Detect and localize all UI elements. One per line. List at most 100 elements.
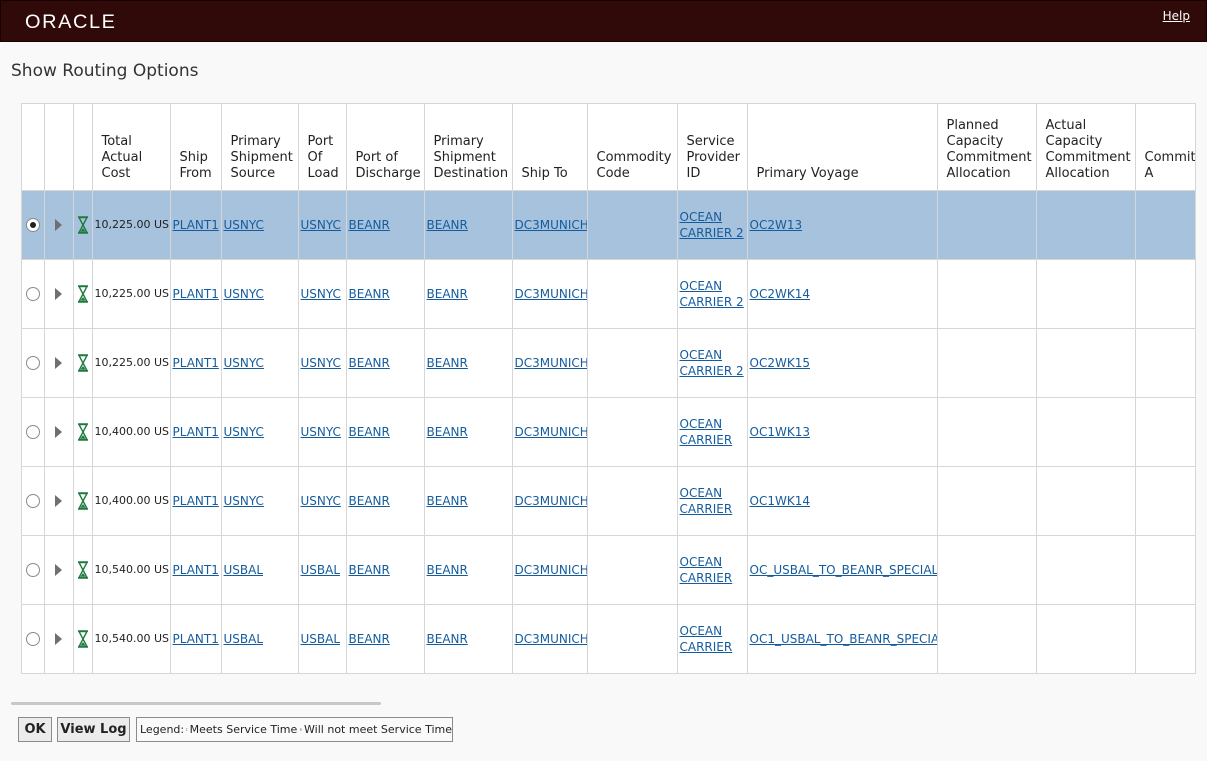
destination-link[interactable]: BEANR: [427, 218, 468, 232]
expand-triangle-icon[interactable]: [55, 287, 62, 300]
primary-voyage-link[interactable]: OC1_USBAL_TO_BEANR_SPECIAL02: [750, 632, 937, 646]
expand-triangle-icon[interactable]: [55, 563, 62, 576]
port-discharge-link[interactable]: BEANR: [349, 425, 390, 439]
row-radio-button[interactable]: [25, 286, 40, 301]
primary-voyage-link[interactable]: OC1WK14: [750, 494, 810, 508]
expand-triangle-icon[interactable]: [55, 356, 62, 369]
ok-button[interactable]: OK: [18, 717, 52, 742]
ship-to-link[interactable]: DC3MUNICH: [515, 356, 587, 370]
port-load-link[interactable]: USNYC: [301, 218, 341, 232]
expand-triangle-icon[interactable]: [55, 218, 62, 231]
source-link[interactable]: USNYC: [224, 218, 264, 232]
ship-to-link[interactable]: DC3MUNICH: [515, 425, 587, 439]
row-expand-cell[interactable]: [44, 397, 74, 467]
service-provider-link[interactable]: OCEAN CARRIER 2: [680, 279, 744, 309]
table-row[interactable]: 10,225.00 USD PLANT1 USNYC USNYC BEANR BEANR D…: [22, 328, 1195, 398]
row-expand-cell[interactable]: [44, 259, 74, 329]
expand-triangle-icon[interactable]: [55, 494, 62, 507]
primary-voyage-link[interactable]: OC_USBAL_TO_BEANR_SPECIAL: [750, 563, 937, 577]
port-load-link[interactable]: USNYC: [301, 494, 341, 508]
row-radio-button[interactable]: [25, 631, 40, 646]
row-radio-button[interactable]: [25, 562, 40, 577]
row-expand-cell[interactable]: [44, 604, 74, 673]
service-provider-link[interactable]: OCEAN CARRIER: [680, 486, 733, 516]
expand-triangle-icon[interactable]: [55, 632, 62, 645]
expand-triangle-icon[interactable]: [55, 425, 62, 438]
ship-from-link[interactable]: PLANT1: [173, 356, 219, 370]
row-select-cell[interactable]: [22, 466, 45, 536]
column-header[interactable]: Actual Capacity Commitment Allocation: [1036, 104, 1136, 191]
horizontal-scrollbar[interactable]: [11, 702, 381, 705]
source-link[interactable]: USBAL: [224, 563, 264, 577]
row-expand-cell[interactable]: [44, 535, 74, 605]
row-select-cell[interactable]: [22, 328, 45, 398]
row-radio-button[interactable]: [25, 424, 40, 439]
source-link[interactable]: USNYC: [224, 356, 264, 370]
service-provider-link[interactable]: OCEAN CARRIER 2: [680, 348, 744, 378]
destination-link[interactable]: BEANR: [427, 356, 468, 370]
service-provider-link[interactable]: OCEAN CARRIER: [680, 555, 733, 585]
destination-link[interactable]: BEANR: [427, 494, 468, 508]
help-link[interactable]: Help: [1163, 9, 1190, 23]
service-provider-link[interactable]: OCEAN CARRIER 2: [680, 210, 744, 240]
column-header[interactable]: Primary Voyage: [747, 104, 938, 191]
primary-voyage-link[interactable]: OC2WK15: [750, 356, 810, 370]
row-radio-button[interactable]: [25, 217, 40, 232]
column-header[interactable]: Primary Shipment Destination: [424, 104, 513, 191]
port-discharge-link[interactable]: BEANR: [349, 356, 390, 370]
primary-voyage-link[interactable]: OC2WK14: [750, 287, 810, 301]
table-row[interactable]: 10,400.00 USD PLANT1 USNYC USNYC BEANR BEANR D…: [22, 397, 1195, 467]
ship-to-link[interactable]: DC3MUNICH: [515, 494, 587, 508]
primary-voyage-link[interactable]: OC2W13: [750, 218, 803, 232]
source-link[interactable]: USNYC: [224, 494, 264, 508]
destination-link[interactable]: BEANR: [427, 563, 468, 577]
port-discharge-link[interactable]: BEANR: [349, 494, 390, 508]
port-load-link[interactable]: USBAL: [301, 632, 341, 646]
table-row[interactable]: 10,225.00 USD PLANT1 USNYC USNYC BEANR BEANR D…: [22, 190, 1195, 260]
source-link[interactable]: USNYC: [224, 425, 264, 439]
table-row[interactable]: 10,400.00 USD PLANT1 USNYC USNYC BEANR BEANR D…: [22, 466, 1195, 536]
ship-from-link[interactable]: PLANT1: [173, 563, 219, 577]
column-header[interactable]: Port Of Load: [298, 104, 347, 191]
ship-from-link[interactable]: PLANT1: [173, 425, 219, 439]
row-select-cell[interactable]: [22, 535, 45, 605]
row-radio-button[interactable]: [25, 493, 40, 508]
primary-voyage-link[interactable]: OC1WK13: [750, 425, 810, 439]
row-expand-cell[interactable]: [44, 190, 74, 260]
table-row[interactable]: 10,540.00 USD PLANT1 USBAL USBAL BEANR BEANR D…: [22, 535, 1195, 605]
port-load-link[interactable]: USBAL: [301, 563, 341, 577]
row-select-cell[interactable]: [22, 397, 45, 467]
service-provider-link[interactable]: OCEAN CARRIER: [680, 624, 733, 654]
ship-to-link[interactable]: DC3MUNICH: [515, 218, 587, 232]
ship-from-link[interactable]: PLANT1: [173, 287, 219, 301]
ship-to-link[interactable]: DC3MUNICH: [515, 287, 587, 301]
column-header[interactable]: Service Provider ID: [677, 104, 748, 191]
column-header[interactable]: Commodity Code: [587, 104, 678, 191]
row-select-cell[interactable]: [22, 259, 45, 329]
column-header[interactable]: Planned Capacity Commitment Allocation: [937, 104, 1037, 191]
view-log-button[interactable]: View Log: [57, 717, 130, 742]
column-header[interactable]: Ship From: [170, 104, 222, 191]
destination-link[interactable]: BEANR: [427, 425, 468, 439]
port-discharge-link[interactable]: BEANR: [349, 287, 390, 301]
ship-from-link[interactable]: PLANT1: [173, 632, 219, 646]
port-load-link[interactable]: USNYC: [301, 356, 341, 370]
column-header[interactable]: Ship To: [512, 104, 588, 191]
column-header[interactable]: Port of Discharge: [346, 104, 425, 191]
row-select-cell[interactable]: [22, 190, 45, 260]
ship-from-link[interactable]: PLANT1: [173, 218, 219, 232]
ship-from-link[interactable]: PLANT1: [173, 494, 219, 508]
table-row[interactable]: 10,225.00 USD PLANT1 USNYC USNYC BEANR BEANR D…: [22, 259, 1195, 329]
column-header[interactable]: Total Actual Cost: [92, 104, 171, 191]
source-link[interactable]: USNYC: [224, 287, 264, 301]
ship-to-link[interactable]: DC3MUNICH: [515, 632, 587, 646]
port-discharge-link[interactable]: BEANR: [349, 218, 390, 232]
source-link[interactable]: USBAL: [224, 632, 264, 646]
destination-link[interactable]: BEANR: [427, 287, 468, 301]
service-provider-link[interactable]: OCEAN CARRIER: [680, 417, 733, 447]
table-row[interactable]: 10,540.00 USD PLANT1 USBAL USBAL BEANR BEANR D…: [22, 604, 1195, 673]
port-discharge-link[interactable]: BEANR: [349, 632, 390, 646]
column-header[interactable]: Primary Shipment Source: [221, 104, 299, 191]
row-select-cell[interactable]: [22, 604, 45, 673]
row-expand-cell[interactable]: [44, 328, 74, 398]
